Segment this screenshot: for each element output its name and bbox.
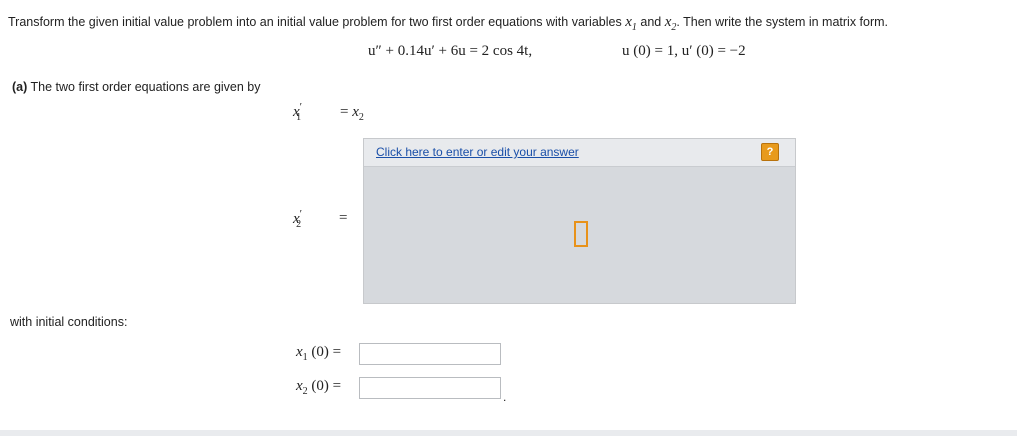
- part-a-label: (a): [12, 80, 28, 94]
- x2-initial-label: x2 (0) =: [296, 378, 342, 397]
- enter-answer-link[interactable]: Click here to enter or edit your answer: [376, 145, 579, 159]
- answer-placeholder-box[interactable]: [574, 221, 588, 247]
- trailing-period: .: [503, 390, 507, 404]
- answer-editor-panel[interactable]: Click here to enter or edit your answer …: [363, 138, 796, 304]
- intro-text: Transform the given initial value proble…: [8, 15, 622, 29]
- given-initial-conditions: u (0) = 1, u′ (0) = −2: [622, 43, 746, 59]
- x1-prime-label: x′1: [293, 101, 303, 123]
- question-icon[interactable]: ?: [761, 143, 779, 161]
- initial-conditions-label: with initial conditions:: [10, 315, 128, 329]
- x1-initial-input[interactable]: [359, 343, 501, 365]
- bottom-divider: [0, 430, 1017, 436]
- part-a-prompt: (a) The two first order equations are gi…: [12, 80, 261, 94]
- var-x2: x2: [664, 14, 677, 33]
- x2-initial-input[interactable]: [359, 377, 501, 399]
- x2-prime-label: x′2: [293, 208, 303, 230]
- x1-prime-rhs: = x2: [340, 104, 364, 123]
- x2-prime-equals: =: [339, 210, 348, 226]
- answer-editor-header: Click here to enter or edit your answer …: [364, 139, 795, 167]
- part-a-text: The two first order equations are given …: [30, 80, 261, 94]
- x1-initial-label: x1 (0) =: [296, 344, 342, 363]
- ode-equation: u″ + 0.14u′ + 6u = 2 cos 4t,: [368, 43, 533, 59]
- problem-statement: Transform the given initial value proble…: [8, 14, 888, 33]
- var-x1: x1: [625, 14, 637, 33]
- and-text: and: [640, 15, 662, 29]
- intro-tail: . Then write the system in matrix form.: [676, 15, 889, 29]
